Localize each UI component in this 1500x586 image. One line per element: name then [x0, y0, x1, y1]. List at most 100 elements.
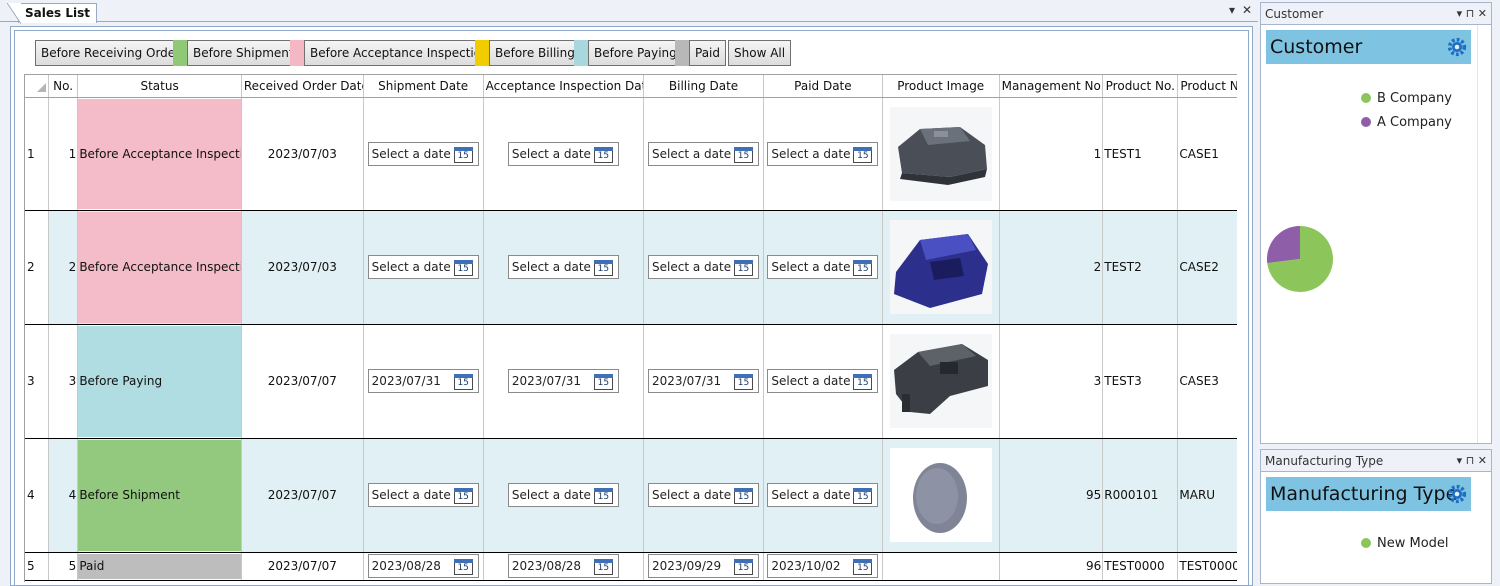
- shipment-date-picker[interactable]: 2023/07/31 15: [367, 369, 479, 393]
- show-all-button[interactable]: Show All: [728, 40, 792, 66]
- column-header-status[interactable]: Status: [77, 75, 242, 98]
- acceptance-date-picker[interactable]: 2023/08/28 15: [507, 554, 619, 578]
- calendar-icon[interactable]: 15: [453, 260, 473, 276]
- calendar-icon[interactable]: 15: [593, 146, 613, 163]
- calendar-icon[interactable]: 15: [853, 559, 873, 575]
- customer-panel-scrollbar[interactable]: [1477, 25, 1491, 443]
- row-header[interactable]: 1: [25, 97, 49, 211]
- column-header-billing-date[interactable]: Billing Date: [643, 75, 764, 98]
- column-header-product-image[interactable]: Product Image: [882, 75, 1000, 98]
- shipment-date-picker[interactable]: 2023/08/28 15: [367, 554, 479, 578]
- tab-sales-list[interactable]: Sales List: [7, 3, 97, 24]
- row-header[interactable]: 5: [25, 552, 49, 581]
- status-badge: Paid: [78, 553, 241, 579]
- acceptance-date-picker[interactable]: 2023/07/31 15: [507, 369, 619, 393]
- table-row[interactable]: 4 4 Before Shipment 2023/07/07 Select a date…: [25, 438, 1237, 553]
- table-row[interactable]: 2 2 Before Acceptance Inspection 2023/07/03…: [25, 210, 1237, 325]
- shipment-date-picker[interactable]: Select a date 15: [367, 483, 479, 507]
- product-image-cell: [882, 210, 1000, 325]
- calendar-icon[interactable]: 15: [593, 559, 613, 575]
- column-header-paid-date[interactable]: Paid Date: [763, 75, 883, 98]
- acceptance-date-picker[interactable]: Select a date 15: [507, 141, 619, 166]
- column-header-no[interactable]: No.: [48, 75, 79, 98]
- calendar-icon[interactable]: 15: [853, 146, 873, 163]
- status-cell: Paid: [77, 552, 242, 581]
- calendar-icon[interactable]: 15: [734, 488, 754, 504]
- product-no-cell: TEST3: [1102, 324, 1179, 439]
- manufacturing-panel-title-text: Manufacturing Type: [1265, 454, 1384, 468]
- product-image-cell: [882, 324, 1000, 439]
- no-cell: 5: [48, 552, 79, 581]
- column-header-acceptance-inspection-date[interactable]: Acceptance Inspection Date: [483, 75, 645, 98]
- acceptance-date-cell: 2023/08/28 15: [483, 552, 645, 581]
- gear-icon[interactable]: [1446, 483, 1468, 505]
- paid-date-picker[interactable]: Select a date 15: [767, 369, 879, 393]
- calendar-icon[interactable]: 15: [734, 559, 754, 575]
- shipment-date-picker[interactable]: Select a date 15: [367, 141, 479, 166]
- sales-grid[interactable]: No. Status Received Order Date Shipment …: [24, 74, 1237, 582]
- column-header-shipment-date[interactable]: Shipment Date: [363, 75, 484, 98]
- paid-date-picker[interactable]: 2023/10/02 15: [767, 554, 879, 578]
- panel-controls-icon[interactable]: ▾ ⊓ ✕: [1457, 450, 1487, 472]
- filter-before-shipment-button[interactable]: Before Shipment: [187, 40, 300, 66]
- billing-date-picker[interactable]: 2023/07/31 15: [648, 369, 760, 393]
- filter-before-paying-button[interactable]: Before Paying: [588, 40, 683, 66]
- legend-label: B Company: [1377, 91, 1452, 106]
- column-header-received-order-date[interactable]: Received Order Date: [241, 75, 364, 98]
- acceptance-date-cell: Select a date 15: [483, 210, 645, 325]
- billing-date-picker[interactable]: 2023/09/29 15: [648, 554, 760, 578]
- acceptance-date-picker[interactable]: Select a date 15: [507, 483, 619, 507]
- billing-date-picker[interactable]: Select a date 15: [648, 141, 760, 166]
- status-cell: Before Shipment: [77, 438, 242, 553]
- billing-date-picker[interactable]: Select a date 15: [648, 255, 760, 279]
- panel-controls-icon[interactable]: ▾ ⊓ ✕: [1457, 3, 1487, 25]
- paid-date-picker[interactable]: Select a date 15: [767, 483, 879, 507]
- tab-dropdown-icon[interactable]: ▾: [1229, 3, 1235, 17]
- calendar-icon[interactable]: 15: [734, 260, 754, 276]
- shipment-date-cell: 2023/07/31 15: [363, 324, 484, 439]
- paid-date-picker[interactable]: Select a date 15: [767, 255, 879, 279]
- paid-date-cell: 2023/10/02 15: [763, 552, 883, 581]
- filter-before-billing-button[interactable]: Before Billing: [489, 40, 581, 66]
- status-badge: Before Paying: [78, 325, 241, 437]
- table-row[interactable]: 5 5 Paid 2023/07/07 2023/08/28 15 2023/08/28 15…: [25, 552, 1237, 581]
- calendar-icon[interactable]: 15: [453, 374, 473, 390]
- calendar-icon[interactable]: 15: [593, 260, 613, 276]
- calendar-icon[interactable]: 15: [734, 146, 754, 163]
- legend-item: A Company: [1361, 113, 1452, 137]
- product-no-cell: TEST1: [1102, 97, 1179, 211]
- calendar-icon[interactable]: 15: [453, 559, 473, 575]
- calendar-icon[interactable]: 15: [453, 488, 473, 504]
- filter-before-acceptance-inspection-button[interactable]: Before Acceptance Inspection: [304, 40, 495, 66]
- calendar-icon[interactable]: 15: [853, 260, 873, 276]
- close-icon[interactable]: ✕: [1242, 3, 1252, 17]
- calendar-icon[interactable]: 15: [453, 146, 473, 163]
- status-cell: Before Acceptance Inspection: [77, 210, 242, 325]
- grid-corner[interactable]: [25, 75, 49, 98]
- filter-before-receiving-order-button[interactable]: Before Receiving Order: [35, 40, 187, 66]
- calendar-icon[interactable]: 15: [593, 374, 613, 390]
- billing-date-picker[interactable]: Select a date 15: [648, 483, 760, 507]
- shipment-date-picker[interactable]: Select a date 15: [367, 255, 479, 279]
- billing-date-value: 2023/07/31: [652, 374, 722, 388]
- paid-date-picker[interactable]: Select a date 15: [767, 141, 879, 166]
- calendar-icon[interactable]: 15: [853, 374, 873, 390]
- table-row[interactable]: 3 3 Before Paying 2023/07/07 2023/07/31 15 202…: [25, 324, 1237, 439]
- row-header[interactable]: 4: [25, 438, 49, 553]
- table-row[interactable]: 1 1 Before Acceptance Inspection 2023/07/03…: [25, 97, 1237, 211]
- pie-slice-a-company[interactable]: [1267, 226, 1300, 264]
- calendar-icon[interactable]: 15: [593, 488, 613, 504]
- column-header-product-name[interactable]: Product Name: [1177, 75, 1237, 98]
- acceptance-date-value: Select a date: [511, 146, 591, 161]
- filter-paid-button[interactable]: Paid: [689, 40, 727, 66]
- acceptance-date-picker[interactable]: Select a date 15: [507, 255, 619, 279]
- row-header[interactable]: 3: [25, 324, 49, 439]
- column-header-product-no[interactable]: Product No.: [1102, 75, 1179, 98]
- status-badge: Before Acceptance Inspection: [78, 211, 241, 323]
- calendar-icon[interactable]: 15: [734, 374, 754, 390]
- calendar-icon[interactable]: 15: [853, 488, 873, 504]
- column-header-management-no[interactable]: Management No.: [999, 75, 1104, 98]
- gear-icon[interactable]: [1446, 36, 1468, 58]
- customer-pie-chart[interactable]: [1265, 224, 1335, 294]
- row-header[interactable]: 2: [25, 210, 49, 325]
